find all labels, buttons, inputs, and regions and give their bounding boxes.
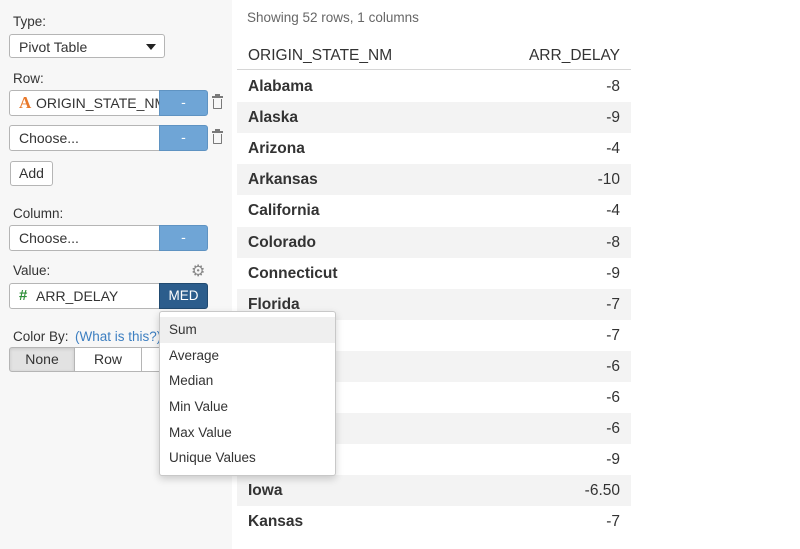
row-arr-delay-value: -7 [606, 513, 620, 531]
type-label: Type: [13, 14, 47, 29]
row-arr-delay-value: -6.50 [584, 482, 620, 500]
table-row[interactable]: Alaska -9 [237, 102, 631, 134]
row-state-name: Alaska [248, 109, 298, 127]
row-state-name: Arkansas [248, 171, 318, 189]
aggregation-dropdown-menu: Sum Average Median Min Value Max Value U… [159, 311, 336, 476]
row-arr-delay-value: -9 [606, 451, 620, 469]
type-select-value: Pivot Table [19, 39, 88, 55]
add-row-button[interactable]: Add [10, 161, 53, 186]
column-header-state[interactable]: ORIGIN_STATE_NM [248, 47, 392, 65]
row-arr-delay-value: -8 [606, 233, 620, 251]
trash-icon[interactable] [212, 94, 223, 109]
type-select[interactable]: Pivot Table [9, 34, 165, 58]
menu-item-median[interactable]: Median [160, 368, 335, 394]
row-field-1-options-button[interactable]: - [159, 90, 208, 116]
row-arr-delay-value: -6 [606, 420, 620, 438]
row-state-name: Alabama [248, 78, 313, 95]
trash-icon[interactable] [212, 129, 223, 144]
color-by-none-option[interactable]: None [9, 347, 75, 372]
row-field-1-value: ORIGIN_STATE_NM [36, 95, 160, 111]
row-arr-delay-value: -6 [606, 357, 620, 375]
column-field[interactable]: Choose... [9, 225, 160, 251]
color-by-label: Color By: [13, 329, 69, 344]
table-row[interactable]: California -4 [237, 195, 631, 226]
string-type-icon: A [19, 93, 32, 112]
table-row[interactable]: Colorado -8 [237, 226, 631, 258]
table-row[interactable]: Arizona -4 [237, 133, 631, 164]
row-field-2-options-button[interactable]: - [159, 125, 208, 151]
menu-item-sum[interactable]: Sum [160, 317, 335, 343]
row-state-name: California [248, 202, 320, 220]
row-arr-delay-value: -9 [606, 264, 620, 282]
table-row[interactable]: Iowa -6.50 [237, 475, 631, 507]
row-arr-delay-value: -9 [606, 109, 620, 127]
row-state-name: Colorado [248, 233, 317, 251]
menu-item-max-value[interactable]: Max Value [160, 420, 335, 446]
row-arr-delay-value: -10 [597, 171, 620, 189]
gear-icon[interactable]: ⚙ [191, 264, 205, 280]
row-count-text: Showing 52 rows, 1 columns [247, 10, 419, 25]
row-field-2[interactable]: Choose... [9, 125, 160, 151]
table-row[interactable]: Kansas -7 [237, 506, 631, 537]
table-row[interactable]: Connecticut -9 [237, 258, 631, 289]
row-state-name: Iowa [248, 482, 283, 500]
row-arr-delay-value: -4 [606, 202, 620, 220]
color-by-row-option[interactable]: Row [74, 347, 142, 372]
table-header: ORIGIN_STATE_NM ARR_DELAY [237, 40, 631, 70]
row-arr-delay-value: -7 [606, 295, 620, 313]
aggregation-button[interactable]: MED [159, 283, 208, 309]
what-is-this-link[interactable]: (What is this?) [75, 329, 161, 344]
value-field[interactable]: # ARR_DELAY [9, 283, 160, 309]
row-state-name: Kansas [248, 513, 304, 531]
menu-item-unique-values[interactable]: Unique Values [160, 445, 335, 471]
column-field-options-button[interactable]: - [159, 225, 208, 251]
column-field-value: Choose... [19, 230, 79, 246]
row-field-2-value: Choose... [19, 130, 79, 146]
row-label: Row: [13, 71, 44, 86]
menu-item-average[interactable]: Average [160, 343, 335, 369]
caret-down-icon [146, 44, 156, 50]
table-row[interactable]: Arkansas -10 [237, 164, 631, 196]
column-header-arr-delay[interactable]: ARR_DELAY [529, 47, 620, 65]
column-label: Column: [13, 206, 64, 221]
row-arr-delay-value: -6 [606, 389, 620, 406]
row-state-name: Connecticut [248, 264, 338, 282]
row-field-1[interactable]: A ORIGIN_STATE_NM [9, 90, 160, 116]
menu-item-min-value[interactable]: Min Value [160, 394, 335, 420]
number-type-icon: # [19, 287, 28, 304]
row-arr-delay-value: -7 [606, 326, 620, 344]
row-arr-delay-value: -4 [606, 140, 620, 158]
value-label: Value: [13, 263, 51, 278]
row-state-name: Arizona [248, 140, 305, 158]
value-field-value: ARR_DELAY [36, 288, 119, 304]
row-arr-delay-value: -8 [606, 78, 620, 95]
table-row[interactable]: Alabama -8 [237, 71, 631, 102]
